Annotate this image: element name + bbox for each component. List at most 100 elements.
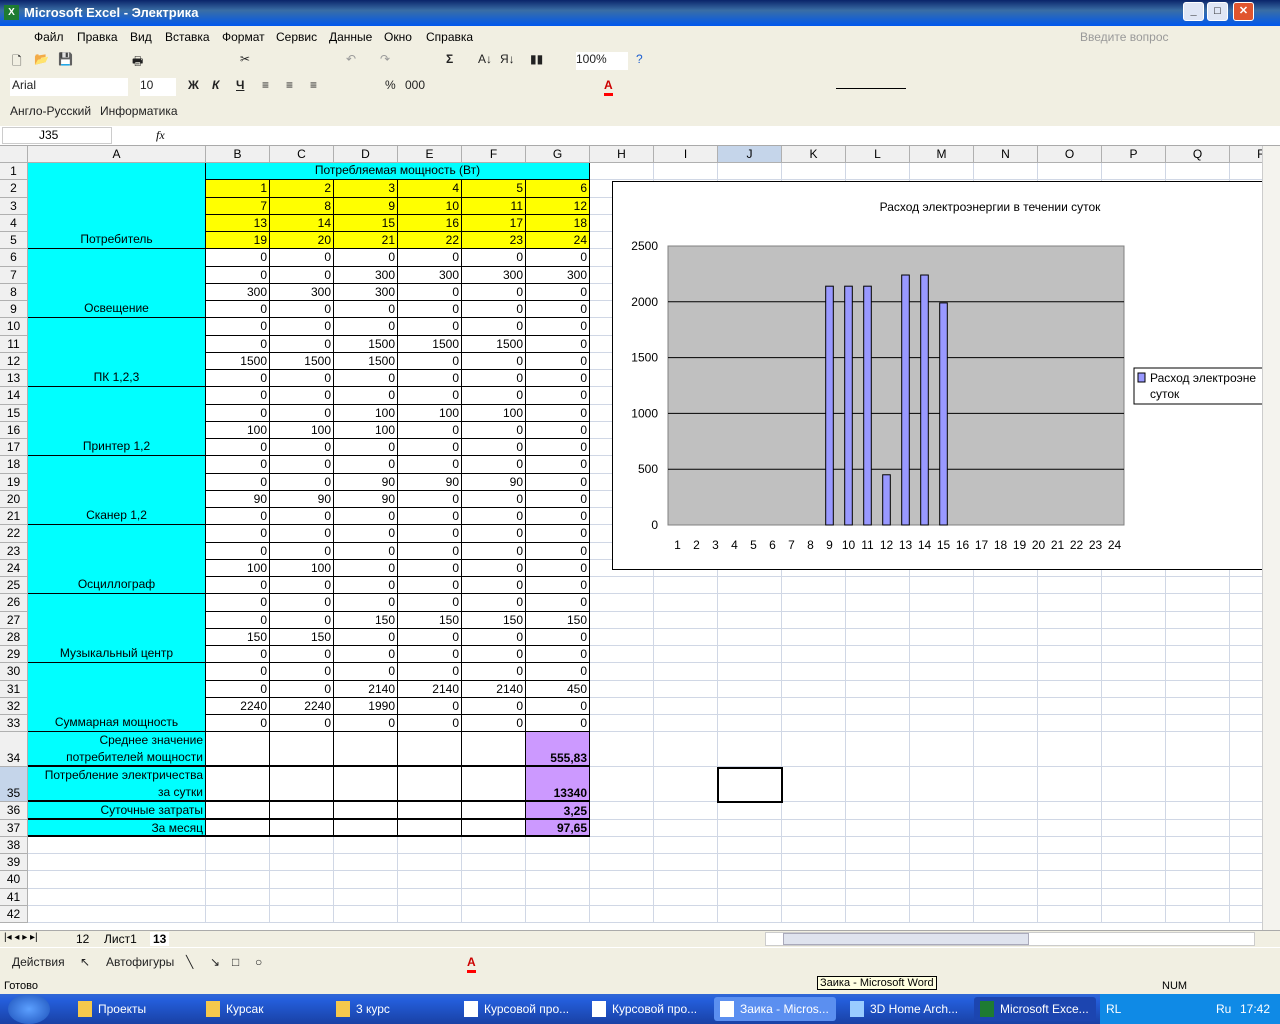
selected-cell-J35[interactable]: [717, 767, 783, 803]
value-cell[interactable]: 0: [398, 663, 462, 681]
menu-window[interactable]: Окно: [384, 30, 412, 44]
zoom-select[interactable]: 100%: [576, 52, 628, 70]
cell[interactable]: [718, 628, 782, 646]
column-header-N[interactable]: N: [974, 146, 1038, 163]
column-header-P[interactable]: P: [1102, 146, 1166, 163]
cell[interactable]: [1102, 767, 1166, 803]
value-cell[interactable]: 0: [526, 456, 590, 474]
cell[interactable]: [334, 854, 398, 872]
summary-empty-cell[interactable]: [398, 767, 462, 803]
value-cell[interactable]: 0: [526, 352, 590, 370]
cell[interactable]: [590, 819, 654, 837]
cell[interactable]: [910, 163, 974, 181]
cell[interactable]: [910, 802, 974, 820]
cell[interactable]: [270, 905, 334, 923]
cell[interactable]: [590, 628, 654, 646]
row-header-5[interactable]: 5: [0, 232, 28, 250]
value-cell[interactable]: 0: [398, 594, 462, 612]
value-cell[interactable]: 2240: [206, 697, 270, 715]
value-cell[interactable]: 0: [462, 421, 526, 439]
cell[interactable]: [910, 663, 974, 681]
row-header-15[interactable]: 15: [0, 404, 28, 422]
menu-insert[interactable]: Вставка: [165, 30, 210, 44]
row-header-30[interactable]: 30: [0, 663, 28, 681]
value-cell[interactable]: 0: [206, 456, 270, 474]
value-cell[interactable]: 0: [398, 542, 462, 560]
cell[interactable]: [398, 836, 462, 854]
font-select[interactable]: Arial: [10, 78, 128, 96]
cell[interactable]: [1102, 715, 1166, 733]
value-cell[interactable]: 0: [462, 352, 526, 370]
sort-asc-icon[interactable]: A↓: [478, 52, 492, 70]
value-cell[interactable]: 2: [270, 180, 334, 198]
cell[interactable]: [974, 888, 1038, 906]
cell[interactable]: [1102, 577, 1166, 595]
cut-icon[interactable]: ✂: [240, 52, 250, 70]
cell[interactable]: [846, 819, 910, 837]
taskbar-item-kursak[interactable]: Курсак: [200, 997, 320, 1021]
cell[interactable]: [974, 611, 1038, 629]
cell[interactable]: [910, 680, 974, 698]
cell[interactable]: [270, 854, 334, 872]
cell[interactable]: [910, 594, 974, 612]
value-cell[interactable]: 0: [462, 456, 526, 474]
cell[interactable]: [910, 577, 974, 595]
dictionary-menu[interactable]: Англо-Русский: [10, 104, 91, 122]
sort-desc-icon[interactable]: Я↓: [500, 52, 515, 70]
cell[interactable]: [1038, 767, 1102, 803]
group-label-cell[interactable]: Суммарная мощность: [28, 663, 206, 733]
cell[interactable]: [1166, 646, 1230, 664]
minimize-button[interactable]: _: [1183, 2, 1204, 21]
cell[interactable]: [462, 905, 526, 923]
value-cell[interactable]: 23: [462, 232, 526, 250]
rectangle-icon[interactable]: □: [232, 955, 239, 973]
redo-icon[interactable]: ↷: [380, 52, 390, 70]
cell[interactable]: [974, 680, 1038, 698]
autosum-icon[interactable]: Σ: [446, 52, 453, 70]
value-cell[interactable]: 0: [270, 594, 334, 612]
value-cell[interactable]: 0: [334, 646, 398, 664]
value-cell[interactable]: 100: [206, 421, 270, 439]
cell[interactable]: [206, 871, 270, 889]
value-cell[interactable]: 0: [270, 611, 334, 629]
row-header-31[interactable]: 31: [0, 680, 28, 698]
row-header-6[interactable]: 6: [0, 249, 28, 267]
cell[interactable]: [910, 628, 974, 646]
cell[interactable]: [590, 732, 654, 768]
taskbar-item-word2[interactable]: Курсовой про...: [586, 997, 706, 1021]
column-header-J[interactable]: J: [718, 146, 782, 163]
cell[interactable]: [782, 680, 846, 698]
value-cell[interactable]: 0: [334, 525, 398, 543]
cell[interactable]: [718, 836, 782, 854]
value-cell[interactable]: 0: [462, 318, 526, 336]
cell[interactable]: [590, 854, 654, 872]
cell[interactable]: [782, 611, 846, 629]
group-label-cell[interactable]: Осциллограф: [28, 525, 206, 595]
column-header-D[interactable]: D: [334, 146, 398, 163]
cell[interactable]: [654, 628, 718, 646]
row-header-34[interactable]: 34: [0, 732, 28, 768]
cell[interactable]: [782, 819, 846, 837]
summary-empty-cell[interactable]: [334, 767, 398, 803]
menu-file[interactable]: Файл: [34, 30, 64, 44]
cell[interactable]: [718, 732, 782, 768]
summary-empty-cell[interactable]: [270, 732, 334, 768]
cell[interactable]: [28, 854, 206, 872]
cell[interactable]: [1038, 905, 1102, 923]
cell[interactable]: [526, 871, 590, 889]
cell[interactable]: [462, 871, 526, 889]
cell[interactable]: [846, 854, 910, 872]
value-cell[interactable]: 0: [206, 577, 270, 595]
cell[interactable]: [654, 594, 718, 612]
row-header-4[interactable]: 4: [0, 214, 28, 232]
sheet-tab-list1[interactable]: Лист1: [104, 932, 137, 946]
cell[interactable]: [28, 836, 206, 854]
value-cell[interactable]: 0: [526, 663, 590, 681]
row-header-22[interactable]: 22: [0, 525, 28, 543]
value-cell[interactable]: 0: [206, 439, 270, 457]
value-cell[interactable]: 300: [462, 266, 526, 284]
value-cell[interactable]: 0: [398, 628, 462, 646]
cell[interactable]: [1166, 697, 1230, 715]
cell[interactable]: [1166, 871, 1230, 889]
value-cell[interactable]: 2140: [334, 680, 398, 698]
